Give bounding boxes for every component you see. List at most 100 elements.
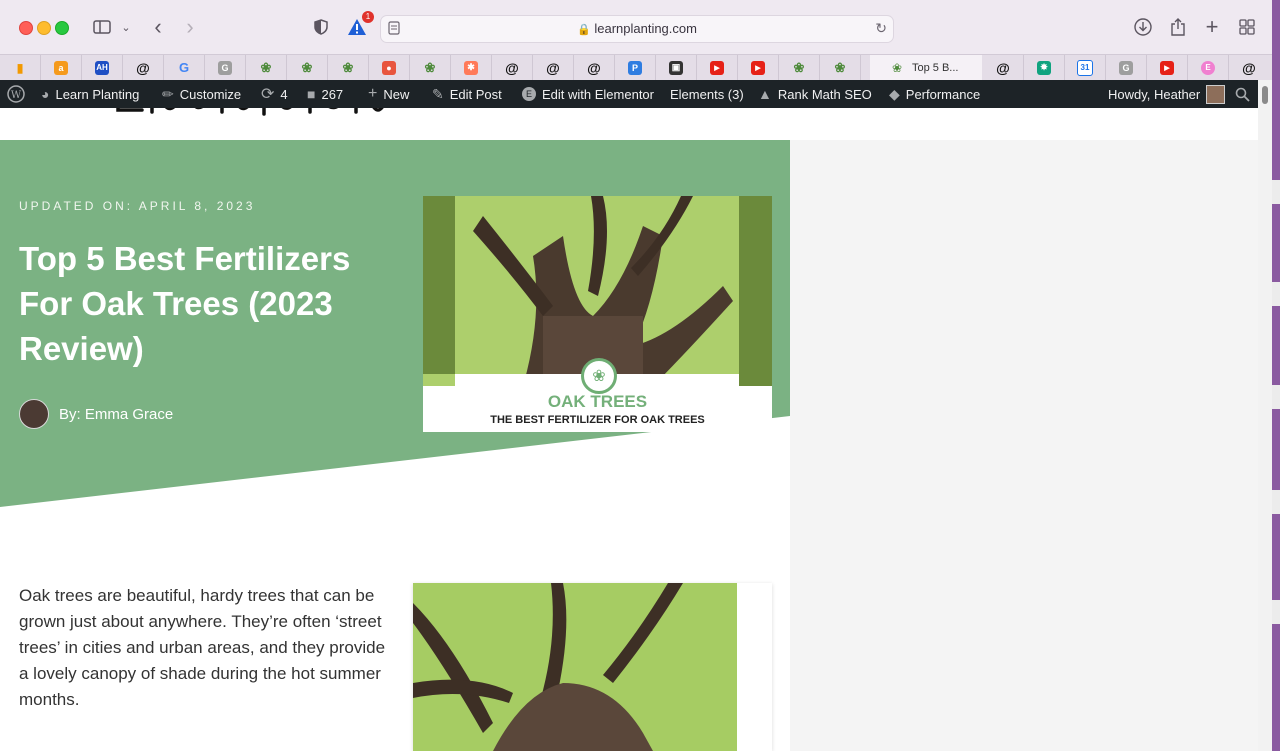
wp-rankmath-link[interactable]: ▲ Rank Math SEO bbox=[758, 80, 872, 108]
tab-at-6[interactable]: @ bbox=[1229, 55, 1269, 80]
tab-active-article[interactable]: ❀ Top 5 B... bbox=[870, 55, 982, 80]
downloads-icon[interactable] bbox=[1133, 14, 1153, 40]
notification-badge: 1 bbox=[362, 11, 374, 23]
wordpress-menu[interactable]: W bbox=[7, 80, 25, 108]
at-icon: @ bbox=[136, 59, 150, 76]
background-window-fragment bbox=[1272, 600, 1280, 624]
privacy-shield-icon[interactable] bbox=[313, 14, 329, 40]
brand-icon: ● bbox=[382, 60, 396, 75]
url-text: learnplanting.com bbox=[594, 21, 697, 36]
browser-toolbar: ⌄ ‹ › 1 🔒 learnplanting.com ↻ + bbox=[0, 0, 1272, 54]
tab-plant-2[interactable]: ❀ bbox=[287, 55, 328, 80]
tab-overview-icon[interactable] bbox=[1238, 14, 1256, 40]
reload-icon[interactable]: ↻ bbox=[875, 20, 887, 37]
tab-calendar[interactable]: ▣ bbox=[656, 55, 697, 80]
wp-new-link[interactable]: + New bbox=[368, 80, 409, 108]
wp-performance-link[interactable]: ◆ Performance bbox=[889, 80, 980, 108]
tab-chatgpt[interactable]: ✸ bbox=[1024, 55, 1065, 80]
tab-plant-6[interactable]: ❀ bbox=[820, 55, 861, 80]
wp-elementor-link[interactable]: E Edit with Elementor bbox=[522, 80, 654, 108]
minimize-window-button[interactable] bbox=[37, 21, 51, 35]
wp-customize-link[interactable]: ✏ Customize bbox=[162, 80, 241, 108]
tab-youtube-3[interactable]: ▶ bbox=[1147, 55, 1188, 80]
youtube-icon: ▶ bbox=[710, 60, 724, 75]
article-title: Top 5 Best Fertilizers For Oak Trees (20… bbox=[19, 240, 351, 367]
google-icon: G bbox=[178, 60, 190, 75]
brush-icon: ✏ bbox=[162, 85, 174, 102]
at-icon: @ bbox=[996, 59, 1010, 76]
tab-google[interactable]: G bbox=[164, 55, 205, 80]
tab-grammarly[interactable]: G bbox=[205, 55, 246, 80]
tab-at-5[interactable]: @ bbox=[983, 55, 1024, 80]
tab-grammarly-2[interactable]: G bbox=[1106, 55, 1147, 80]
chatgpt-icon: ✸ bbox=[1037, 60, 1051, 75]
tab-at[interactable]: @ bbox=[123, 55, 164, 80]
new-tab-icon[interactable]: + bbox=[1203, 14, 1221, 40]
performance-icon: ◆ bbox=[889, 85, 900, 102]
wp-comments-link[interactable]: ■ 267 bbox=[307, 80, 343, 108]
featured-image-title: OAK TREES bbox=[547, 392, 648, 411]
tab-plant-3[interactable]: ❀ bbox=[328, 55, 369, 80]
svg-text:W: W bbox=[11, 90, 22, 101]
wp-updates-link[interactable]: ⟳ 4 bbox=[261, 80, 288, 108]
tab-hubspot[interactable]: ✱ bbox=[451, 55, 492, 80]
grammarly-icon: G bbox=[1119, 60, 1133, 75]
amazon-icon: a bbox=[54, 60, 68, 75]
updated-date: UPDATED ON: APRIL 8, 2023 bbox=[19, 199, 256, 213]
at-icon: @ bbox=[1242, 59, 1256, 76]
at-icon: @ bbox=[505, 59, 519, 76]
tab-youtube-1[interactable]: ▶ bbox=[697, 55, 738, 80]
pencil-icon: ✎ bbox=[432, 85, 444, 102]
tab-plant-4[interactable]: ❀ bbox=[410, 55, 451, 80]
plant-icon: ❀ bbox=[834, 59, 846, 75]
tab-calendar-31[interactable]: 31 bbox=[1065, 55, 1106, 80]
wp-elements-link[interactable]: Elements (3) bbox=[670, 80, 744, 108]
featured-image: ❀ OAK TREES THE BEST FERTILIZER FOR OAK … bbox=[423, 196, 772, 432]
back-icon[interactable]: ‹ bbox=[150, 14, 166, 40]
wp-site-link[interactable]: ◕ Learn Planting bbox=[41, 80, 139, 108]
tab-ahrefs[interactable]: AH bbox=[82, 55, 123, 80]
chevron-down-icon[interactable]: ⌄ bbox=[120, 14, 132, 40]
address-bar[interactable]: 🔒 learnplanting.com ↻ bbox=[380, 15, 894, 43]
close-window-button[interactable] bbox=[19, 21, 33, 35]
plant-icon: ❀ bbox=[793, 59, 805, 75]
sidebar-area bbox=[790, 140, 1258, 751]
wp-edit-post-link[interactable]: ✎ Edit Post bbox=[432, 80, 502, 108]
hubspot-icon: ✱ bbox=[464, 60, 478, 75]
wp-search-button[interactable] bbox=[1235, 80, 1250, 108]
tab-elementor[interactable]: E bbox=[1188, 55, 1229, 80]
zoom-window-button[interactable] bbox=[55, 21, 69, 35]
tab-brand[interactable]: ● bbox=[369, 55, 410, 80]
wp-howdy-label: Howdy, Heather bbox=[1108, 86, 1201, 102]
tab-pocket[interactable]: P bbox=[615, 55, 656, 80]
share-icon[interactable] bbox=[1169, 14, 1187, 40]
wp-performance-label: Performance bbox=[905, 86, 981, 102]
tab-youtube-2[interactable]: ▶ bbox=[738, 55, 779, 80]
wp-admin-bar: W ◕ Learn Planting ✏ Customize ⟳ 4 ■ 267… bbox=[0, 80, 1258, 108]
updates-icon: ⟳ bbox=[261, 86, 275, 103]
page-scrollbar[interactable] bbox=[1258, 80, 1272, 751]
tab-amazon[interactable]: a bbox=[41, 55, 82, 80]
sidebar-toggle-icon[interactable] bbox=[92, 14, 112, 40]
scroll-thumb[interactable] bbox=[1262, 86, 1268, 104]
youtube-icon: ▶ bbox=[1160, 60, 1174, 75]
tab-analytics[interactable]: ▮ bbox=[0, 55, 41, 80]
tab-at-3[interactable]: @ bbox=[533, 55, 574, 80]
ahrefs-icon: AH bbox=[95, 60, 109, 75]
author-byline[interactable]: By: Emma Grace bbox=[19, 399, 173, 429]
tab-at-4[interactable]: @ bbox=[574, 55, 615, 80]
wp-account-menu[interactable]: Howdy, Heather bbox=[1108, 80, 1226, 108]
at-icon: @ bbox=[587, 59, 601, 76]
site-logo[interactable] bbox=[112, 108, 392, 140]
grammarly-icon: G bbox=[218, 60, 232, 75]
youtube-icon: ▶ bbox=[751, 60, 765, 75]
tab-plant-5[interactable]: ❀ bbox=[779, 55, 820, 80]
tab-plant-1[interactable]: ❀ bbox=[246, 55, 287, 80]
search-icon bbox=[1235, 87, 1250, 102]
wp-new-label: New bbox=[383, 86, 410, 102]
background-window-fragment bbox=[1272, 282, 1280, 306]
analytics-icon: ▮ bbox=[16, 60, 24, 75]
forward-icon[interactable]: › bbox=[182, 14, 198, 40]
plant-icon: ❀ bbox=[301, 59, 313, 75]
tab-at-2[interactable]: @ bbox=[492, 55, 533, 80]
